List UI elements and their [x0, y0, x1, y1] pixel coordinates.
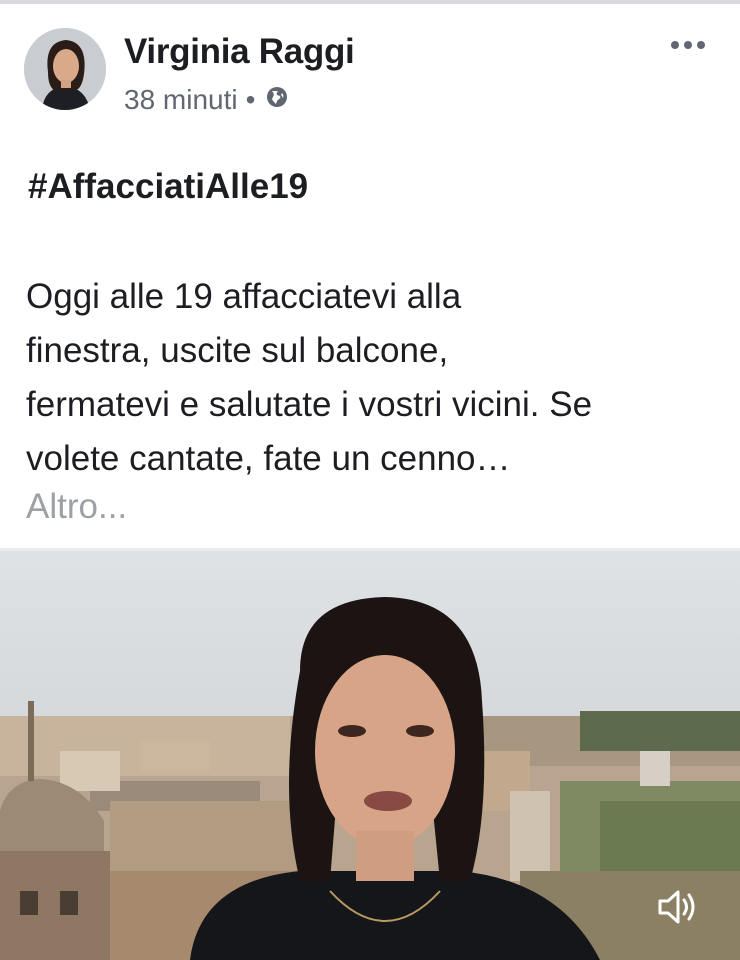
post-meta: 38 minuti •: [124, 82, 289, 118]
post-text-line: volete cantate, fate un cenno…: [26, 439, 511, 478]
author-name[interactable]: Virginia Raggi: [124, 30, 355, 74]
avatar[interactable]: [24, 28, 106, 110]
more-options-icon[interactable]: [664, 30, 712, 60]
video-frame: [0, 551, 740, 960]
video-player[interactable]: [0, 551, 740, 960]
meta-separator: •: [245, 84, 256, 115]
top-divider: [0, 0, 740, 4]
post-text-line: fermatevi e salutate i vostri vicini. Se: [26, 385, 593, 424]
post-header: Virginia Raggi 38 minuti •: [24, 26, 716, 116]
hashtag-link[interactable]: #AffacciatiAlle19: [28, 165, 308, 209]
post-text-line: finestra, uscite sul balcone,: [26, 331, 449, 370]
see-more-link[interactable]: Altro...: [26, 484, 127, 530]
volume-icon[interactable]: [654, 884, 700, 930]
post-text: Oggi alle 19 affacciatevi alla finestra,…: [26, 270, 726, 486]
post-text-line: Oggi alle 19 affacciatevi alla: [26, 277, 462, 316]
post-time[interactable]: 38 minuti: [124, 82, 238, 118]
globe-icon[interactable]: [263, 82, 289, 118]
